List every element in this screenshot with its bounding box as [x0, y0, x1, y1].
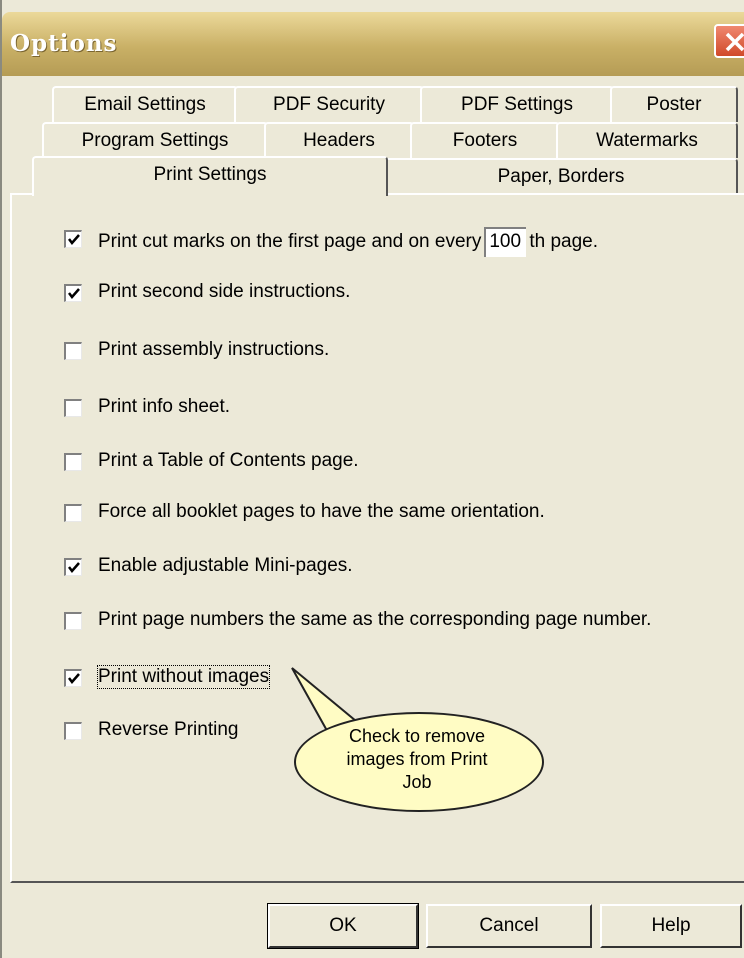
cut-marks-suffix: th page.: [529, 231, 599, 253]
cut-marks-checkbox[interactable]: [64, 230, 82, 248]
tooltip-line-1: Check to remove: [348, 726, 486, 746]
help-button[interactable]: Help: [600, 904, 742, 948]
tab-email-settings[interactable]: Email Settings: [52, 86, 238, 122]
info-sheet-label: Print info sheet.: [98, 396, 231, 417]
tooltip-line-2: images from Print: [346, 749, 488, 769]
toc-label: Print a Table of Contents page.: [98, 450, 359, 471]
tab-pdf-settings[interactable]: PDF Settings: [420, 86, 614, 122]
second-side-label: Print second side instructions.: [98, 281, 351, 302]
page-numbers-checkbox[interactable]: [64, 612, 82, 630]
tab-headers[interactable]: Headers: [264, 122, 414, 158]
tab-watermarks[interactable]: Watermarks: [556, 122, 738, 158]
reverse-label: Reverse Printing: [98, 719, 239, 740]
without-images-label: Print without images: [96, 665, 271, 689]
tab-footers[interactable]: Footers: [410, 122, 560, 158]
toc-checkbox[interactable]: [64, 453, 82, 471]
close-button[interactable]: [714, 24, 744, 58]
cut-marks-page-input[interactable]: 100: [484, 227, 527, 257]
tab-poster[interactable]: Poster: [610, 86, 738, 122]
assembly-checkbox[interactable]: [64, 342, 82, 360]
options-dialog: Options Email Settings PDF Security PDF …: [0, 0, 744, 958]
cut-marks-label: Print cut marks on the first page and on…: [98, 231, 482, 253]
assembly-label: Print assembly instructions.: [98, 339, 330, 360]
window-title: Options: [10, 30, 118, 57]
tab-pdf-security[interactable]: PDF Security: [234, 86, 424, 122]
ok-button[interactable]: OK: [267, 903, 419, 949]
force-orientation-checkbox[interactable]: [64, 504, 82, 522]
checkmark-icon: [68, 562, 80, 573]
tab-print-settings[interactable]: Print Settings: [32, 156, 388, 196]
reverse-checkbox[interactable]: [64, 722, 82, 740]
title-bar[interactable]: Options: [2, 12, 744, 76]
mini-pages-checkbox[interactable]: [64, 558, 82, 576]
tab-paper-borders[interactable]: Paper, Borders: [384, 158, 738, 194]
info-sheet-checkbox[interactable]: [64, 399, 82, 417]
checkmark-icon: [68, 234, 80, 245]
without-images-checkbox[interactable]: [64, 669, 82, 687]
second-side-checkbox[interactable]: [64, 284, 82, 302]
mini-pages-label: Enable adjustable Mini-pages.: [98, 555, 353, 576]
tooltip-text: Check to remove images from Print Job: [332, 725, 502, 794]
checkmark-icon: [68, 673, 80, 684]
checkmark-icon: [68, 288, 80, 299]
tooltip-line-3: Job: [402, 772, 432, 792]
force-orientation-label: Force all booklet pages to have the same…: [98, 501, 545, 522]
close-icon: [725, 32, 744, 52]
cancel-button[interactable]: Cancel: [426, 904, 592, 948]
page-numbers-label: Print page numbers the same as the corre…: [98, 609, 652, 630]
tab-program-settings[interactable]: Program Settings: [42, 122, 268, 158]
